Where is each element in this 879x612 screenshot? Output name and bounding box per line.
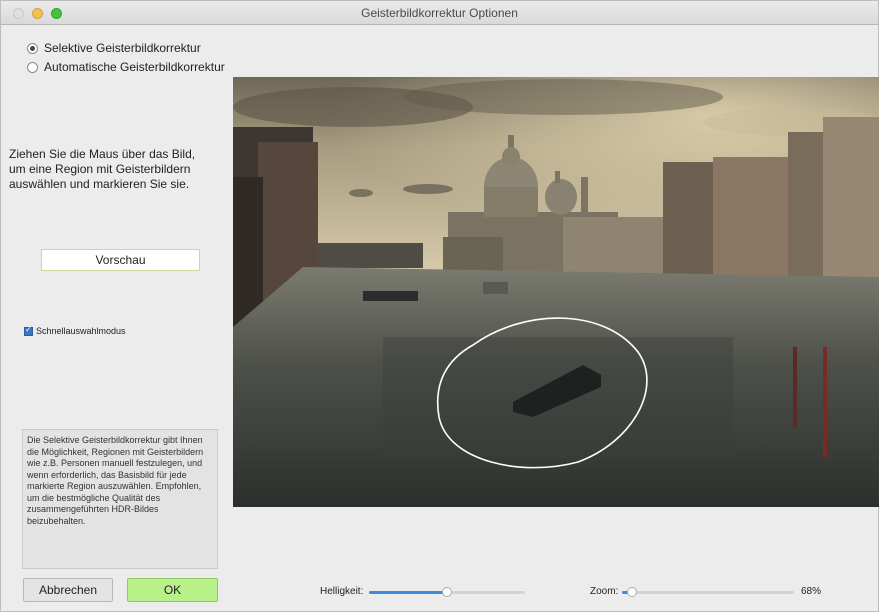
title-bar: Geisterbildkorrektur Optionen bbox=[1, 1, 878, 25]
info-line: um die bestmögliche Qualität des bbox=[27, 492, 161, 503]
window-title: Geisterbildkorrektur Optionen bbox=[361, 6, 518, 20]
info-box: Die Selektive Geisterbildkorrektur gibt … bbox=[22, 429, 218, 569]
instruction-line: auswählen und markieren Sie sie. bbox=[9, 177, 190, 191]
radio-automatic-label: Automatische Geisterbildkorrektur bbox=[44, 60, 225, 74]
brightness-slider[interactable] bbox=[369, 587, 525, 597]
zoom-slider-knob[interactable] bbox=[627, 587, 637, 597]
zoom-label: Zoom: bbox=[590, 586, 619, 597]
info-line: wenn erforderlich, das Basisbild für jed… bbox=[27, 469, 187, 480]
quick-select-checkbox[interactable] bbox=[24, 325, 33, 336]
info-line: beizubehalten. bbox=[27, 515, 86, 526]
radio-selective-label: Selektive Geisterbildkorrektur bbox=[44, 41, 201, 55]
venice-canal-photo[interactable] bbox=[233, 77, 879, 507]
radio-selective[interactable]: Selektive Geisterbildkorrektur bbox=[27, 41, 201, 55]
radio-selective-control[interactable] bbox=[27, 42, 38, 54]
preview-button[interactable]: Vorschau bbox=[41, 249, 200, 271]
instruction-line: Ziehen Sie die Maus über das Bild, bbox=[9, 147, 196, 161]
zoom-value: 68% bbox=[801, 586, 822, 597]
info-line: markierte Region auszuwählen. Empfohlen, bbox=[27, 481, 202, 491]
radio-automatic-control[interactable] bbox=[27, 61, 38, 73]
quick-select-label: Schnellauswahlmodus bbox=[36, 326, 126, 336]
zoom-slider[interactable] bbox=[622, 587, 794, 597]
info-line: zusammengeführten HDR-Bildes bbox=[27, 504, 159, 514]
info-line: wie z.B. Personen manuell festzulegen, u… bbox=[27, 458, 203, 468]
cancel-button[interactable]: Abbrechen bbox=[23, 578, 113, 602]
info-line: die Möglichkeit, Regionen mit Geisterbil… bbox=[27, 446, 204, 457]
brightness-slider-knob[interactable] bbox=[442, 587, 452, 597]
instruction-line: um eine Region mit Geisterbildern bbox=[9, 162, 191, 176]
image-preview-canvas[interactable] bbox=[233, 77, 879, 507]
brightness-label: Helligkeit: bbox=[320, 586, 364, 597]
brightness-slider-fill bbox=[369, 591, 447, 594]
quick-select-checkbox-row[interactable]: Schnellauswahlmodus bbox=[24, 325, 126, 336]
radio-automatic[interactable]: Automatische Geisterbildkorrektur bbox=[27, 60, 225, 74]
instruction-text: Ziehen Sie die Maus über das Bild, um ei… bbox=[9, 147, 219, 192]
ok-button[interactable]: OK bbox=[127, 578, 218, 602]
dialog-window: Geisterbildkorrektur Optionen Selektive … bbox=[0, 0, 879, 612]
info-line: Die Selektive Geisterbildkorrektur gibt … bbox=[27, 435, 203, 445]
